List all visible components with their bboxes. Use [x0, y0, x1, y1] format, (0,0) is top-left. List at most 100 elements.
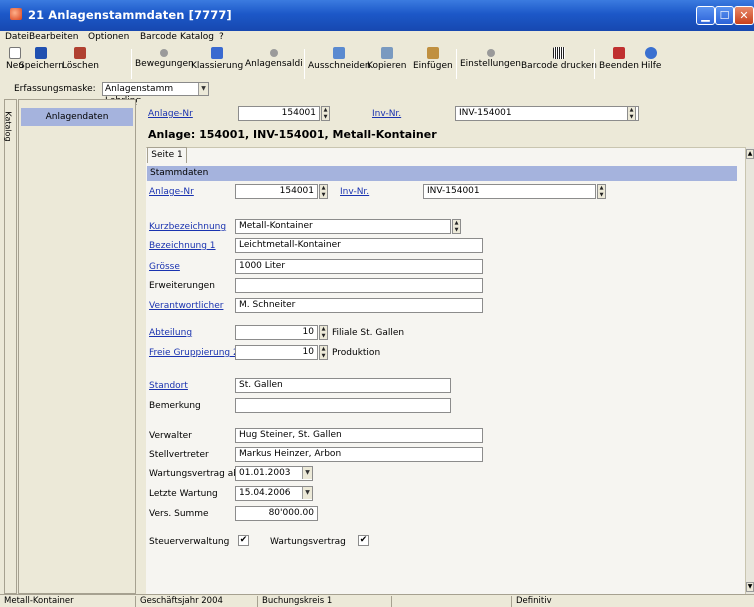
delete-icon	[74, 47, 87, 59]
paste-button[interactable]: Einfügen	[413, 47, 453, 71]
wart-date-input[interactable]: 01.01.2003 ▼	[235, 466, 313, 481]
help-icon	[645, 47, 658, 59]
menu-barcode[interactable]: Barcode	[140, 32, 177, 42]
floppy-icon	[35, 47, 48, 59]
wart-label: Wartungsvertrag ab	[149, 469, 239, 479]
kurz-spinner[interactable]: ▲ ▼	[452, 219, 461, 234]
paste-icon	[426, 47, 439, 59]
katalog-tab[interactable]: Katalog	[4, 99, 17, 594]
grup-spinner[interactable]: ▲ ▼	[319, 345, 328, 360]
stell-input[interactable]: Markus Heinzer, Arbon	[235, 447, 483, 462]
kurz-input[interactable]: Metall-Kontainer	[235, 219, 451, 234]
erfassung-select[interactable]: Anlagenstamm Lehrling▼	[102, 82, 209, 106]
toolbar: Neu Speichern Löschen Bewegungen Klassie…	[0, 45, 754, 81]
toolbar-separator	[594, 49, 595, 79]
steuer-checkbox[interactable]: ✔	[238, 535, 249, 546]
abt-label[interactable]: Abteilung	[149, 328, 192, 338]
minimize-button[interactable]: ▁	[696, 6, 715, 25]
verant-label[interactable]: Verantwortlicher	[149, 301, 223, 311]
dot-icon	[160, 49, 169, 57]
form-inv-input[interactable]: INV-154001	[423, 184, 596, 199]
abt-input[interactable]: 10	[235, 325, 318, 340]
scrollbar[interactable]: ▲ ▼	[745, 147, 754, 594]
standort-label[interactable]: Standort	[149, 381, 188, 391]
menu-katalog[interactable]: Katalog	[180, 32, 214, 42]
save-button[interactable]: Speichern	[19, 47, 64, 71]
menu-bearbeiten[interactable]: Bearbeiten	[29, 32, 78, 42]
grup-desc: Produktion	[332, 348, 381, 358]
anlage-nr-label[interactable]: Anlage-Nr	[148, 109, 193, 119]
verant-input[interactable]: M. Schneiter	[235, 298, 483, 313]
status-anlage: Metall-Kontainer	[0, 596, 136, 607]
wv-checkbox[interactable]: ✔	[358, 535, 369, 546]
status-definitiv: Definitiv	[516, 596, 552, 606]
scroll-down-icon[interactable]: ▼	[746, 582, 754, 592]
groesse-label[interactable]: Grösse	[149, 262, 180, 272]
bewegungen-button[interactable]: Bewegungen	[135, 47, 194, 69]
status-buchungskreis: Buchungskreis 1	[258, 596, 392, 607]
verw-label: Verwalter	[149, 431, 192, 441]
stell-label: Stellvertreter	[149, 450, 209, 460]
kurz-label[interactable]: Kurzbezeichnung	[149, 222, 226, 232]
menu-help[interactable]: ?	[219, 32, 224, 42]
exit-icon	[612, 47, 625, 59]
scissors-icon	[333, 47, 346, 59]
grup-input[interactable]: 10	[235, 345, 318, 360]
letzte-date-input[interactable]: 15.04.2006 ▼	[235, 486, 313, 501]
page-title: Anlage: 154001, INV-154001, Metall-Konta…	[148, 128, 437, 141]
status-bar: Metall-Kontainer Geschäftsjahr 2004 Buch…	[0, 594, 754, 607]
status-empty	[392, 596, 512, 607]
title-bar: 21 Anlagenstammdaten [7777] ▁ ☐ ✕	[0, 0, 754, 31]
exit-button[interactable]: Beenden	[599, 47, 639, 71]
maximize-button[interactable]: ☐	[715, 6, 734, 25]
scroll-up-icon[interactable]: ▲	[746, 149, 754, 159]
form-inv-spinner[interactable]: ▲ ▼	[597, 184, 606, 199]
groesse-input[interactable]: 1000 Liter	[235, 259, 483, 274]
section-header: Stammdaten	[147, 166, 737, 181]
inv-nr-input[interactable]: INV-154001	[455, 106, 639, 121]
grup-label[interactable]: Freie Gruppierung 2	[149, 348, 239, 358]
standort-input[interactable]: St. Gallen	[235, 378, 451, 393]
sidebar-item-anlagendaten[interactable]: Anlagendaten	[21, 108, 133, 126]
toolbar-separator	[304, 49, 305, 79]
menu-datei[interactable]: Datei	[5, 32, 29, 42]
anlage-nr-spinner[interactable]: ▲ ▼	[321, 106, 330, 121]
anlage-nr-input[interactable]: 154001	[238, 106, 320, 121]
copy-button[interactable]: Kopieren	[367, 47, 406, 71]
bem-input[interactable]	[235, 398, 451, 413]
vers-label: Vers. Summe	[149, 509, 209, 519]
delete-button[interactable]: Löschen	[62, 47, 99, 71]
vers-input[interactable]: 80'000.00	[235, 506, 318, 521]
settings-button[interactable]: Einstellungen	[460, 47, 521, 69]
toolbar-separator	[131, 49, 132, 79]
form-anlage-input[interactable]: 154001	[235, 184, 318, 199]
abt-spinner[interactable]: ▲ ▼	[319, 325, 328, 340]
form-anlage-label[interactable]: Anlage-Nr	[149, 187, 194, 197]
erfassung-row: Erfassungsmaske: Anlagenstamm Lehrling▼	[0, 81, 754, 106]
erw-input[interactable]	[235, 278, 483, 293]
cut-button[interactable]: Ausschneiden	[308, 47, 371, 71]
chevron-down-icon: ▼	[198, 83, 208, 95]
erw-label: Erweiterungen	[149, 281, 215, 291]
tab-seite-1[interactable]: Seite 1	[147, 147, 187, 163]
chevron-down-icon: ▼	[302, 467, 312, 479]
form-anlage-spinner[interactable]: ▲ ▼	[319, 184, 328, 199]
menu-optionen[interactable]: Optionen	[88, 32, 129, 42]
app-icon	[10, 8, 22, 20]
close-button[interactable]: ✕	[734, 6, 754, 25]
anlagensaldi-button[interactable]: Anlagensaldi	[245, 47, 303, 69]
bez-label[interactable]: Bezeichnung 1	[149, 241, 216, 251]
inv-nr-label[interactable]: Inv-Nr.	[372, 109, 401, 119]
dot-icon	[486, 49, 495, 57]
verw-input[interactable]: Hug Steiner, St. Gallen	[235, 428, 483, 443]
inv-nr-spinner[interactable]: ▲ ▼	[627, 106, 636, 121]
chevron-down-icon: ▼	[302, 487, 312, 499]
barcode-print-button[interactable]: Barcode drucken	[521, 47, 597, 71]
window-title: 21 Anlagenstammdaten [7777]	[28, 8, 232, 22]
bez-input[interactable]: Leichtmetall-Kontainer	[235, 238, 483, 253]
help-button[interactable]: Hilfe	[641, 47, 661, 71]
left-panel: Anlagendaten	[18, 99, 136, 594]
form-inv-label[interactable]: Inv-Nr.	[340, 187, 369, 197]
barcode-icon	[552, 47, 565, 59]
klassierung-button[interactable]: Klassierung	[191, 47, 243, 71]
